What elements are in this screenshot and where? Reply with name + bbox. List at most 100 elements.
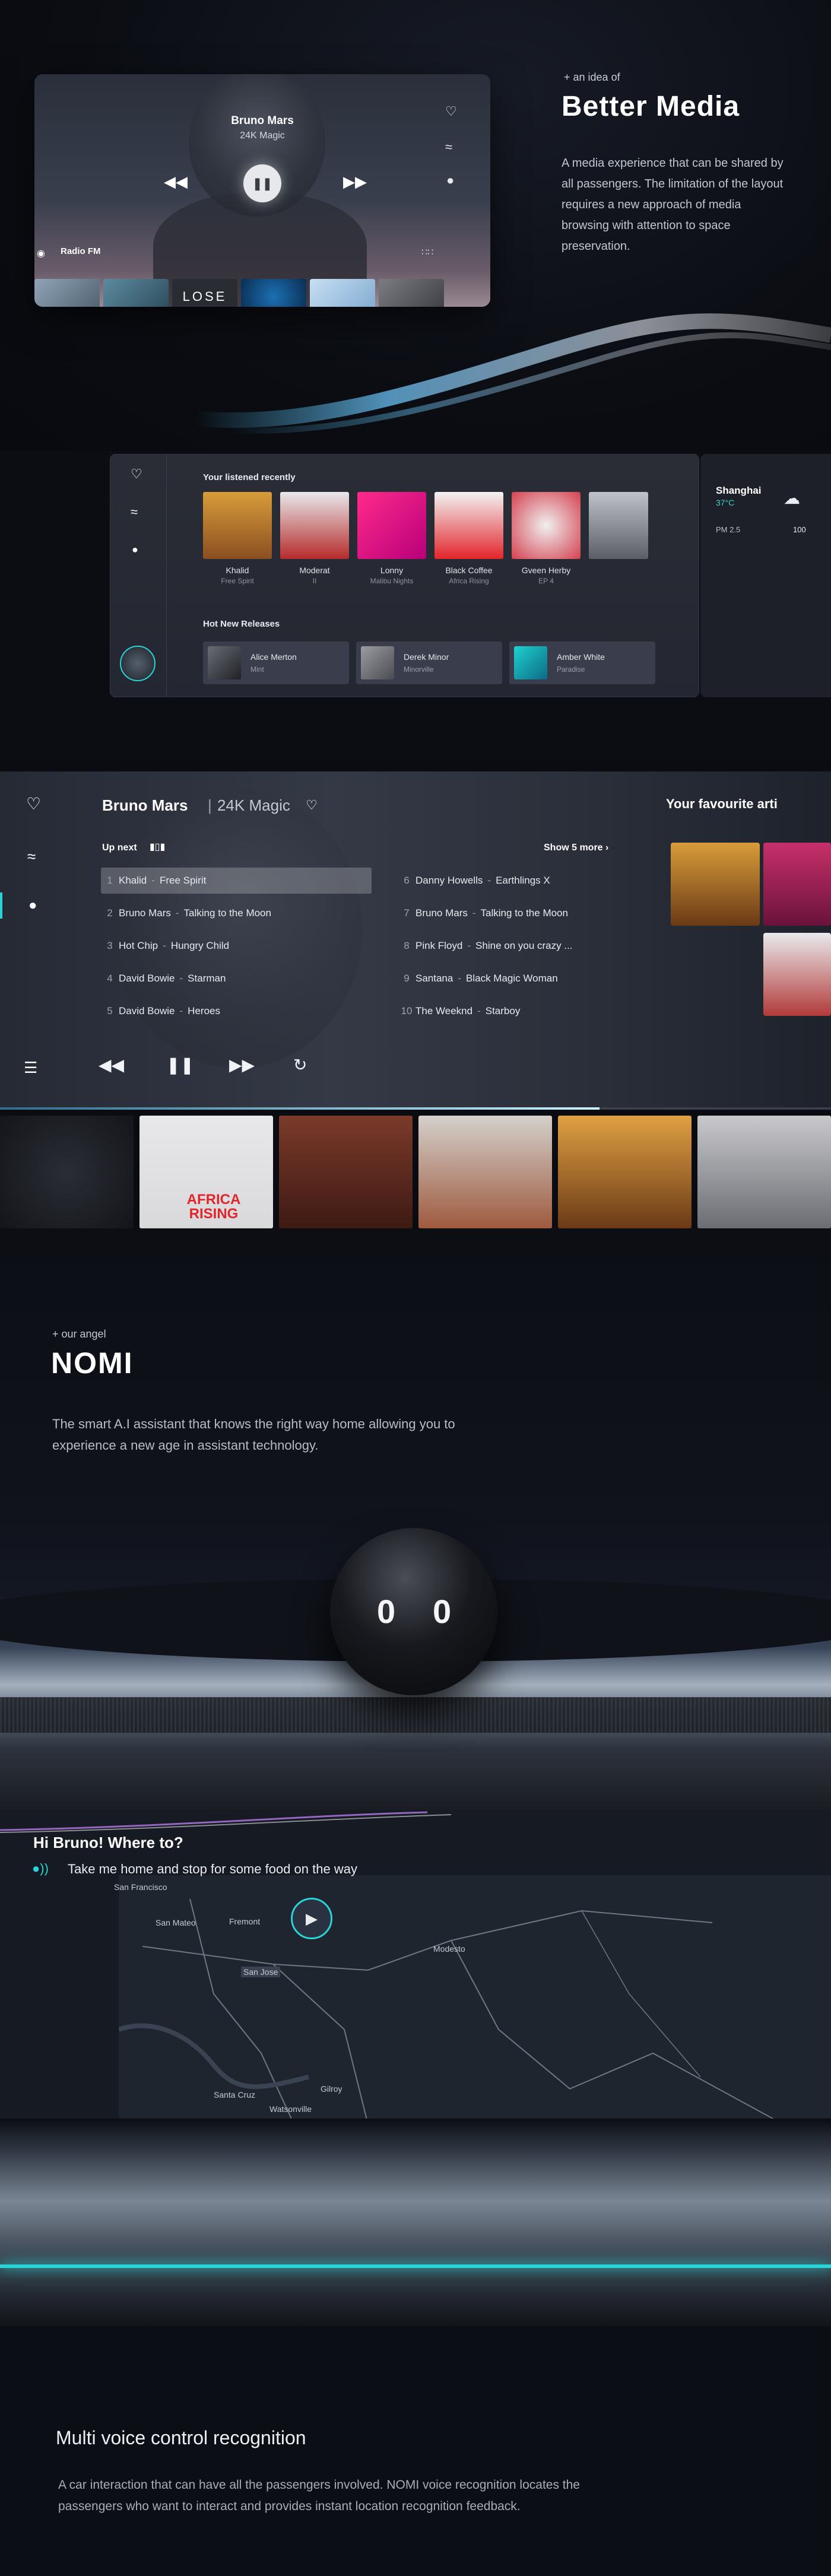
favourite-album[interactable] — [763, 933, 831, 1016]
radio-stations-row: LOSE — [34, 279, 490, 307]
album-cover-moderat[interactable] — [280, 492, 349, 559]
album-name: Moderat — [299, 566, 330, 575]
map-city-label: San Mateo — [156, 1918, 196, 1927]
pause-icon[interactable]: ❚❚ — [166, 1055, 194, 1075]
media-kicker: + an idea of — [564, 71, 620, 83]
queue-song: Free Spirit — [159, 875, 207, 886]
fire-icon[interactable]: ● — [446, 173, 454, 188]
release-card[interactable]: Derek Minor Minorville — [356, 641, 502, 684]
show-more-link[interactable]: Show 5 more › — [544, 843, 608, 853]
artist-tile[interactable]: AFRICA RISING — [139, 1116, 273, 1228]
queue-separator: - — [163, 940, 166, 951]
heart-icon[interactable]: ♡ — [131, 466, 142, 482]
album-cover-gveen-herby[interactable] — [512, 492, 581, 559]
queue-row[interactable]: 4 David Bowie - Starman — [101, 965, 372, 992]
album-cover-black-coffee[interactable] — [434, 492, 503, 559]
queue-row[interactable]: 5 David Bowie - Heroes — [101, 998, 372, 1024]
queue-row[interactable]: 3 Hot Chip - Hungry Child — [101, 933, 372, 959]
fire-icon[interactable]: ● — [28, 897, 37, 914]
library-panel: ♡ ≈ ● Your listened recently Khalid Free… — [110, 454, 699, 697]
release-cover — [208, 646, 241, 679]
radio-icon[interactable]: ≈ — [445, 139, 452, 155]
favourite-album[interactable] — [671, 843, 760, 926]
queue-row[interactable]: 1 Khalid - Free Spirit — [101, 868, 372, 894]
navigation-play-button[interactable]: ▶ — [291, 1898, 332, 1939]
queue-row[interactable]: 8 Pink Floyd - Shine on you crazy ... — [398, 933, 623, 959]
multi-voice-title: Multi voice control recognition — [56, 2427, 306, 2448]
queue-list-icon[interactable]: ☰ — [24, 1059, 37, 1077]
now-playing-panel: ♡ ≈ ● ☰ Bruno Mars | 24K Magic ♡ Up next… — [0, 771, 831, 1110]
previous-icon[interactable]: ◀◀ — [164, 173, 188, 191]
map-city-label: Gilroy — [321, 2084, 342, 2094]
artist-tile[interactable] — [697, 1116, 831, 1228]
release-card[interactable]: Alice Merton Mint — [203, 641, 349, 684]
next-icon[interactable]: ▶▶ — [229, 1055, 255, 1075]
station-thumb[interactable] — [34, 279, 100, 307]
weather-city: Shanghai — [716, 485, 762, 496]
pm-label: PM 2.5 — [716, 525, 741, 534]
favourite-artists-heading: Your favourite arti — [666, 796, 778, 811]
album-name: Lonny — [380, 566, 404, 575]
queue-separator: - — [175, 907, 179, 919]
map-city-label: Modesto — [433, 1944, 465, 1954]
artist-tile[interactable] — [418, 1116, 552, 1228]
user-avatar[interactable] — [120, 646, 156, 681]
artist-tile-text: AFRICA RISING — [186, 1192, 241, 1222]
navigation-screen: San Francisco San Mateo Fremont San Jose… — [0, 1810, 831, 2148]
grid-icon[interactable]: ∷∷ — [421, 246, 433, 258]
release-subtitle: Mint — [250, 665, 264, 674]
queue-row[interactable]: 2 Bruno Mars - Talking to the Moon — [101, 900, 372, 926]
album-cover-khalid[interactable] — [203, 492, 272, 559]
queue-song: Shine on you crazy ... — [475, 940, 573, 951]
voice-section: San Francisco San Mateo Fremont San Jose… — [0, 1810, 831, 2576]
fire-icon[interactable]: ● — [132, 544, 138, 556]
queue-separator: - — [179, 1005, 183, 1017]
previous-icon[interactable]: ◀◀ — [99, 1055, 124, 1075]
release-cover — [361, 646, 394, 679]
station-thumb[interactable] — [241, 279, 306, 307]
voice-speaking-icon: ●)) — [32, 1861, 49, 1876]
queue-artist: Danny Howells — [415, 875, 483, 886]
artist-tile[interactable] — [0, 1116, 134, 1228]
nomi-kicker: + our angel — [52, 1328, 106, 1340]
heart-icon[interactable]: ♡ — [26, 794, 41, 814]
album-cover-lonny[interactable] — [357, 492, 426, 559]
dashboard-stitching — [0, 1697, 831, 1733]
album-cover-partial[interactable] — [589, 492, 648, 559]
station-thumb[interactable] — [310, 279, 375, 307]
station-thumb[interactable]: LOSE — [172, 279, 237, 307]
queue-artist: Bruno Mars — [119, 907, 171, 919]
queue-separator: - — [487, 875, 491, 886]
now-playing-album: 24K Magic — [217, 796, 290, 814]
heart-icon[interactable]: ♡ — [306, 798, 318, 813]
multi-voice-description: A car interaction that can have all the … — [58, 2478, 580, 2513]
map-area[interactable]: San Francisco San Mateo Fremont San Jose… — [114, 1875, 831, 2148]
album-name: Khalid — [226, 566, 249, 575]
queue-separator: - — [477, 1005, 481, 1017]
favourite-album[interactable] — [763, 843, 831, 926]
artist-tile[interactable] — [558, 1116, 692, 1228]
queue-number: 10 — [401, 1005, 413, 1017]
queue-row[interactable]: 6 Danny Howells - Earthlings X — [398, 868, 623, 894]
heart-icon[interactable]: ♡ — [445, 104, 457, 119]
queue-row[interactable]: 10 The Weeknd - Starboy — [398, 998, 623, 1024]
nomi-title: NOMI — [51, 1346, 134, 1380]
radio-label[interactable]: Radio FM — [61, 246, 101, 256]
queue-row[interactable]: 9 Santana - Black Magic Woman — [398, 965, 623, 992]
repeat-icon[interactable]: ↻ — [293, 1055, 307, 1075]
artist-tile[interactable] — [279, 1116, 413, 1228]
radio-icon[interactable]: ≈ — [131, 504, 138, 520]
station-thumb[interactable] — [103, 279, 169, 307]
better-media-section: Bruno Mars 24K Magic ◀◀ ❚❚ ▶▶ ♡ ≈ ● ◉ Ra… — [0, 0, 831, 451]
next-icon[interactable]: ▶▶ — [343, 173, 367, 191]
nomi-robot[interactable]: 0 0 — [330, 1528, 497, 1695]
album-name: Gveen Herby — [521, 566, 571, 575]
pause-button[interactable]: ❚❚ — [243, 164, 281, 202]
station-thumb[interactable] — [379, 279, 444, 307]
release-subtitle: Minorville — [404, 665, 434, 674]
ambient-light-strip — [0, 2264, 831, 2268]
radio-icon[interactable]: ≈ — [27, 847, 36, 866]
release-card[interactable]: Amber White Paradise — [509, 641, 655, 684]
queue-row[interactable]: 7 Bruno Mars - Talking to the Moon — [398, 900, 623, 926]
media-title: Better Media — [562, 91, 740, 122]
